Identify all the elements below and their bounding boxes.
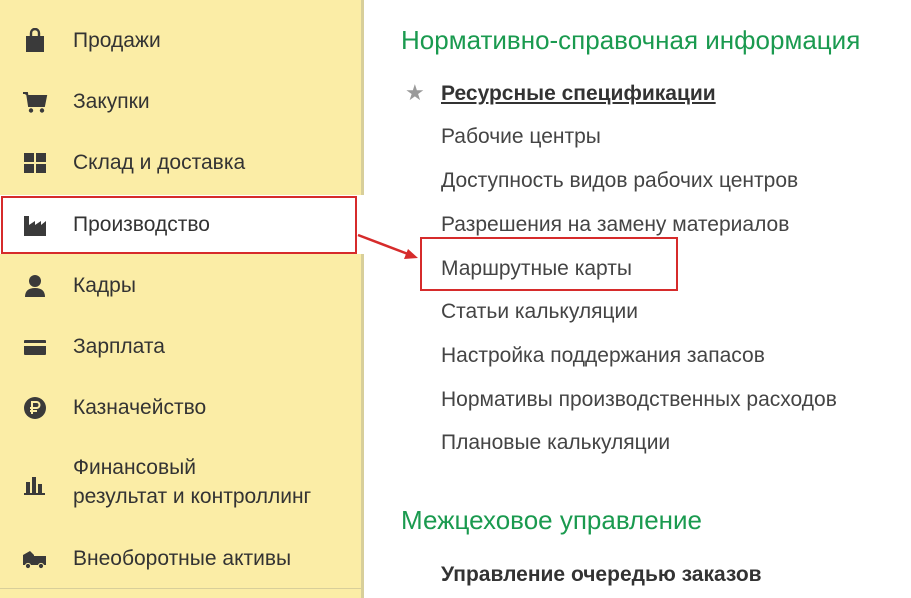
- warehouse-icon: [22, 150, 48, 176]
- sidebar-item-label: Закупки: [73, 90, 150, 113]
- link-planned-costings[interactable]: Плановые калькуляции: [441, 431, 670, 455]
- truck-icon: [22, 546, 48, 572]
- link-work-center-availability[interactable]: Доступность видов рабочих центров: [441, 169, 798, 193]
- sidebar-item-sales[interactable]: Продажи: [0, 26, 364, 56]
- sidebar-item-label: Зарплата: [73, 335, 165, 358]
- sidebar-item-label-line2: результат и контроллинг: [73, 485, 312, 508]
- star-icon[interactable]: ★: [405, 80, 425, 106]
- sidebar-item-salary[interactable]: Зарплата: [0, 332, 364, 362]
- link-order-queue[interactable]: Управление очередью заказов: [441, 563, 762, 587]
- ruble-icon: [22, 395, 48, 421]
- sidebar-item-label: Внеоборотные активы: [73, 547, 292, 570]
- card-icon: [22, 334, 48, 360]
- sidebar-item-fixed-assets[interactable]: Внеоборотные активы: [0, 544, 364, 574]
- sidebar-item-treasury[interactable]: Казначейство: [0, 393, 364, 423]
- sidebar-item-label: Продажи: [73, 29, 161, 52]
- sidebar-item-financial-result[interactable]: Финансовый результат и контроллинг: [0, 454, 364, 514]
- sidebar-item-label-line1: Финансовый: [73, 456, 196, 479]
- section-title-reference-info: Нормативно-справочная информация: [401, 25, 861, 55]
- link-stock-settings[interactable]: Настройка поддержания запасов: [441, 344, 765, 368]
- sidebar-item-hr[interactable]: Кадры: [0, 271, 364, 301]
- link-route-cards[interactable]: Маршрутные карты: [441, 257, 632, 281]
- link-work-centers[interactable]: Рабочие центры: [441, 125, 601, 149]
- link-production-expense-norms[interactable]: Нормативы производственных расходов: [441, 388, 837, 412]
- bar-chart-icon: [22, 471, 48, 497]
- cart-icon: [22, 89, 48, 115]
- sidebar-item-production[interactable]: Производство: [0, 195, 364, 254]
- sidebar-item-warehouse[interactable]: Склад и доставка: [0, 148, 364, 178]
- sidebar-item-label: Производство: [73, 212, 210, 236]
- link-material-substitution[interactable]: Разрешения на замену материалов: [441, 213, 789, 237]
- sidebar-item-purchases[interactable]: Закупки: [0, 87, 364, 117]
- link-resource-specifications[interactable]: Ресурсные спецификации: [441, 82, 716, 106]
- section-title-interdepartmental: Межцеховое управление: [401, 505, 703, 535]
- sidebar: Продажи Закупки Склад и доставка Произво…: [0, 0, 364, 598]
- sidebar-divider: [0, 588, 361, 589]
- link-costing-items[interactable]: Статьи калькуляции: [441, 300, 638, 324]
- sidebar-item-label: Казначейство: [73, 396, 207, 419]
- factory-icon: [22, 212, 48, 238]
- person-icon: [22, 273, 48, 299]
- sidebar-item-label: Кадры: [73, 274, 136, 297]
- shopping-bag-icon: [22, 28, 48, 54]
- sidebar-item-label: Склад и доставка: [73, 151, 246, 174]
